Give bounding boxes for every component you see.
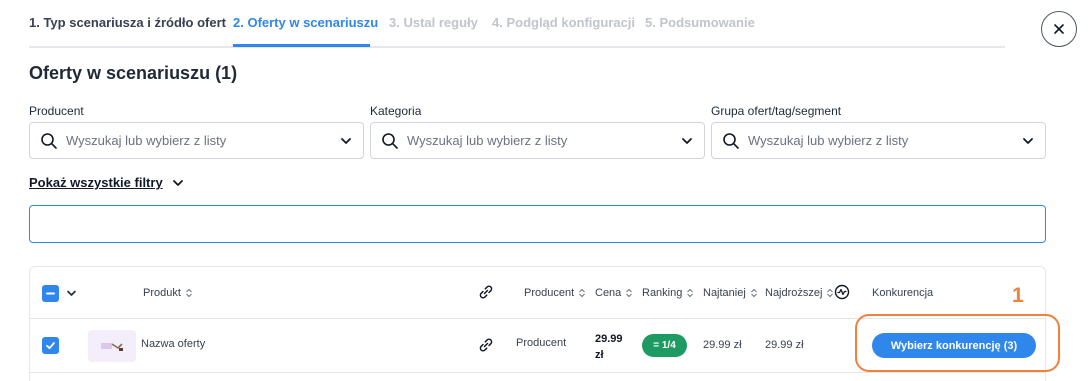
step-4[interactable]: 4. Podgląd konfiguracji [492, 15, 635, 30]
step-3[interactable]: 3. Ustal reguły [389, 15, 478, 30]
step-2-active[interactable]: 2. Oferty w scenariuszu [233, 15, 378, 30]
offer-thumbnail [88, 330, 136, 362]
sort-icon [626, 288, 633, 298]
close-button[interactable] [1041, 11, 1077, 47]
category-filter-label: Kategoria [370, 104, 422, 118]
link-icon[interactable] [477, 336, 495, 354]
column-header-producer[interactable]: Producent [524, 287, 586, 299]
chevron-down-icon[interactable] [66, 288, 77, 299]
offer-producer: Producent [516, 337, 567, 349]
table-header-divider [30, 318, 1045, 319]
sort-icon [579, 288, 586, 298]
offer-price-currency: zł [595, 349, 604, 361]
column-header-ranking-label: Ranking [642, 287, 683, 299]
chevron-down-icon [682, 137, 692, 144]
category-select[interactable]: Wyszukaj lub wybierz z listy [370, 122, 705, 159]
step-5[interactable]: 5. Podsumowanie [645, 15, 755, 30]
column-header-product[interactable]: Produkt [143, 287, 193, 299]
table-row-divider [30, 372, 1045, 373]
column-header-price[interactable]: Cena [595, 287, 633, 299]
close-icon [1054, 24, 1064, 34]
link-icon [479, 285, 493, 299]
check-icon [46, 342, 55, 350]
wizard-stepper: 1. Typ scenariusza i źródło ofert 2. Ofe… [29, 0, 1005, 48]
column-header-price-label: Cena [595, 287, 622, 299]
sort-icon [750, 288, 757, 298]
column-header-producer-label: Producent [524, 287, 575, 299]
offer-most-expensive: 29.99 zł [765, 339, 804, 351]
search-icon [723, 132, 739, 149]
column-header-cheapest[interactable]: Najtaniej [703, 287, 758, 299]
chevron-down-icon [172, 179, 183, 186]
producer-select[interactable]: Wyszukaj lub wybierz z listy [29, 122, 364, 159]
page-title: Oferty w scenariuszu (1) [29, 63, 238, 83]
column-header-ranking[interactable]: Ranking [642, 287, 694, 299]
group-filter-label: Grupa ofert/tag/segment [711, 104, 842, 118]
search-icon [382, 132, 398, 149]
offers-table: Produkt Producent Cena Ranking Najtaniej… [29, 266, 1046, 381]
search-icon [41, 132, 57, 149]
producer-select-placeholder: Wyszukaj lub wybierz z listy [66, 133, 227, 148]
group-select[interactable]: Wyszukaj lub wybierz z listy [711, 122, 1046, 159]
category-select-placeholder: Wyszukaj lub wybierz z listy [407, 133, 568, 148]
ranking-badge: = 1/4 [642, 334, 687, 357]
offer-price-amount: 29.99 [595, 333, 623, 345]
chevron-down-icon [341, 137, 351, 144]
offer-search-input[interactable] [29, 205, 1046, 243]
price-tracking-icon [834, 284, 850, 300]
show-all-filters-toggle[interactable]: Pokaż wszystkie filtry [29, 175, 184, 190]
step-1[interactable]: 1. Typ scenariusza i źródło ofert [29, 15, 226, 30]
sort-icon [687, 288, 694, 298]
column-header-product-label: Produkt [143, 287, 181, 299]
chevron-down-icon [1023, 137, 1033, 144]
column-header-competition: Konkurencja [872, 287, 933, 299]
minus-icon [46, 292, 55, 295]
producer-filter-label: Producent [29, 104, 84, 118]
column-header-most-expensive-label: Najdroższej [765, 287, 823, 299]
choose-competition-button[interactable]: Wybierz konkurencję (3) [872, 333, 1036, 358]
column-header-most-expensive[interactable]: Najdroższej [765, 287, 834, 299]
offer-name[interactable]: Nazwa oferty [141, 338, 205, 350]
show-all-filters-label: Pokaż wszystkie filtry [29, 175, 163, 190]
offer-price: 29.99 zł [595, 331, 623, 363]
column-header-cheapest-label: Najtaniej [703, 287, 746, 299]
group-select-placeholder: Wyszukaj lub wybierz z listy [748, 133, 909, 148]
column-header-competition-label: Konkurencja [872, 287, 934, 299]
select-all-checkbox[interactable] [42, 285, 59, 302]
sort-icon [186, 288, 192, 298]
active-step-indicator [233, 44, 370, 47]
annotation-number: 1 [1012, 284, 1024, 307]
offer-cheapest: 29.99 zł [703, 339, 742, 351]
row-checkbox[interactable] [42, 337, 59, 354]
